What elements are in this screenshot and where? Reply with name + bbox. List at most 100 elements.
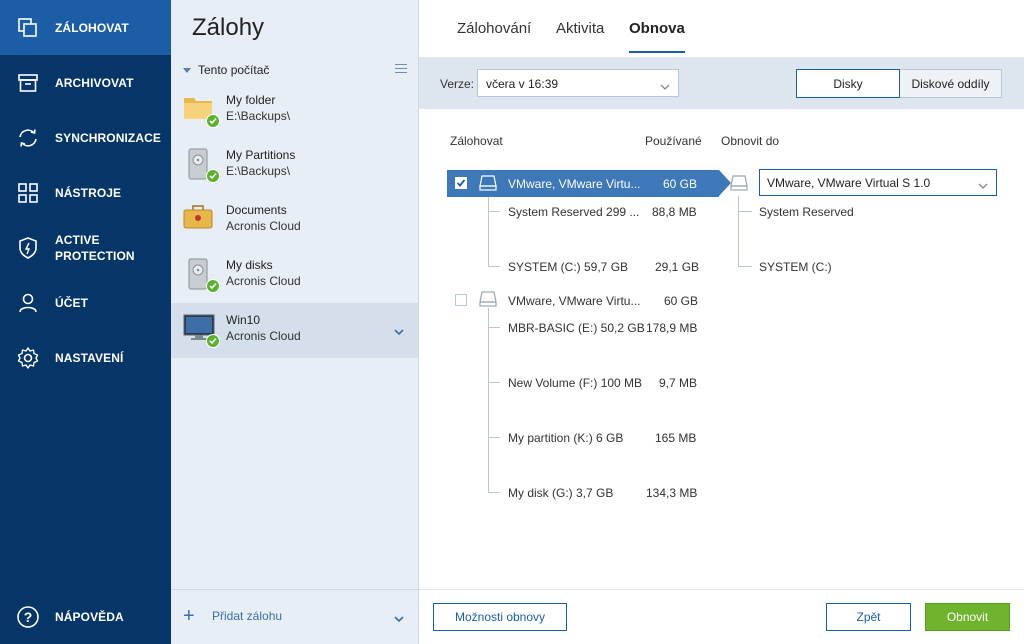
nav-label: SYNCHRONIZACE [55,130,161,145]
collapse-icon [183,67,191,73]
svg-text:?: ? [24,609,33,625]
backup-item[interactable]: My folder E:\Backups\ [171,83,418,138]
toolbar: Verze: včera v 16:39 Disky Diskové oddíl… [419,57,1024,109]
partition-used: 29,1 GB [655,260,700,274]
tab-bar: Zálohování Aktivita Obnova [419,0,1024,57]
backup-item-selected[interactable]: Win10 Acronis Cloud [171,303,418,358]
target-partition: System Reserved [759,205,854,219]
backup-icon [16,16,40,40]
backup-location: Acronis Cloud [226,219,301,233]
tab-recovery[interactable]: Obnova [629,20,685,53]
target-disk-select[interactable]: VMware, VMware Virtual S 1.0 [759,169,997,196]
nav-label: NASTAVENÍ [55,350,124,365]
backup-location: E:\Backups\ [226,109,291,123]
backup-name: Win10 [226,313,261,327]
folder-icon [183,93,220,128]
main-content: Zálohování Aktivita Obnova Verze: včera … [419,0,1024,644]
tree-line [738,211,752,212]
tree-line [488,308,489,493]
success-icon [206,334,220,348]
backup-location: E:\Backups\ [226,164,291,178]
chevron-down-icon [978,178,988,192]
column-header-backup: Zálohovat [450,134,503,148]
restore-button[interactable]: Obnovit [925,603,1010,631]
nav-item-active-protection[interactable]: ACTIVE PROTECTION [0,220,171,275]
tab-activity[interactable]: Aktivita [556,20,604,51]
partition-used: 134,3 MB [646,486,698,500]
partition-used: 88,8 MB [652,205,697,219]
nav-item-tools[interactable]: NÁSTROJE [0,165,171,220]
shield-icon [16,236,40,260]
backup-item[interactable]: My disks Acronis Cloud [171,248,418,303]
partition-used: 165 MB [655,431,697,445]
target-disk-icon [730,175,748,194]
backup-name: My Partitions [226,148,296,162]
add-backup-button[interactable]: + Přidat zálohu [183,605,282,627]
nav-item-account[interactable]: ÚČET [0,275,171,330]
success-icon [206,114,220,128]
back-button[interactable]: Zpět [826,603,911,631]
nav-item-backup[interactable]: ZÁLOHOVAT [0,0,171,55]
partition-name: New Volume (F:) 100 MB [508,376,643,390]
section-header[interactable]: Tento počítač [183,63,269,77]
target-partition: SYSTEM (C:) [759,260,832,274]
user-icon [16,291,40,315]
backup-item[interactable]: My Partitions E:\Backups\ [171,138,418,193]
gear-icon [16,346,40,370]
backups-panel: Zálohy Tento počítač My folder E:\Backup… [171,0,419,644]
disk-size: 60 GB [662,177,697,191]
nav-label: ÚČET [55,295,89,310]
nav-label: NÁSTROJE [55,185,122,200]
version-value: včera v 16:39 [486,77,559,91]
disks-toggle[interactable]: Disky [796,69,900,98]
partition-name: MBR-BASIC (E:) 50,2 GB [508,321,645,335]
backup-location: Acronis Cloud [226,329,301,343]
partitions-toggle[interactable]: Diskové oddíly [900,69,1002,98]
tab-backup[interactable]: Zálohování [457,20,531,51]
tree-line [488,492,500,493]
tools-icon [16,181,40,205]
tree-line [738,266,752,267]
recovery-options-button[interactable]: Možnosti obnovy [433,603,567,631]
backup-name: My folder [226,93,276,107]
tree-line [488,327,500,328]
drive-icon [183,258,220,293]
disk-row-selected[interactable]: VMware, VMware Virtu... 60 GB [447,170,731,197]
column-header-restore-to: Obnovit do [721,134,780,148]
disk-name: VMware, VMware Virtu... [508,177,641,191]
version-label: Verze: [440,77,475,91]
chevron-down-icon[interactable] [394,612,404,626]
disk-size: 60 GB [664,294,699,308]
target-disk-value: VMware, VMware Virtual S 1.0 [767,176,931,190]
nav-label: NÁPOVĚDA [55,609,124,624]
sync-icon [16,126,40,150]
panel-title: Zálohy [192,14,265,41]
nav-item-help[interactable]: ? NÁPOVĚDA [0,589,171,644]
nav-label: ACTIVE PROTECTION [55,232,135,263]
section-label: Tento počítač [198,63,270,77]
disk-name: VMware, VMware Virtu... [508,294,641,308]
tree-line [488,382,500,383]
nav-label: ZÁLOHOVAT [55,20,129,35]
nav-item-sync[interactable]: SYNCHRONIZACE [0,110,171,165]
list-menu-icon[interactable] [395,64,407,74]
backup-name: My disks [226,258,273,272]
partition-name: System Reserved 299 ... [508,205,640,219]
briefcase-icon [183,203,217,237]
chevron-down-icon[interactable] [394,325,404,339]
nav-item-archive[interactable]: ARCHIVOVAT [0,55,171,110]
partition-name: SYSTEM (C:) 59,7 GB [508,260,629,274]
version-select[interactable]: včera v 16:39 [477,69,679,97]
disk-checkbox[interactable] [455,177,467,189]
chevron-down-icon [660,79,670,93]
partition-name: My partition (K:) 6 GB [508,431,624,445]
nav-item-settings[interactable]: NASTAVENÍ [0,330,171,385]
monitor-icon [183,313,220,348]
disk-checkbox[interactable] [455,294,467,306]
tree-line [738,196,739,267]
disk-icon [479,175,497,194]
partition-name: My disk (G:) 3,7 GB [508,486,614,500]
backup-item[interactable]: Documents Acronis Cloud [171,193,418,248]
nav-label: ARCHIVOVAT [55,75,134,90]
plus-icon: + [183,605,195,627]
